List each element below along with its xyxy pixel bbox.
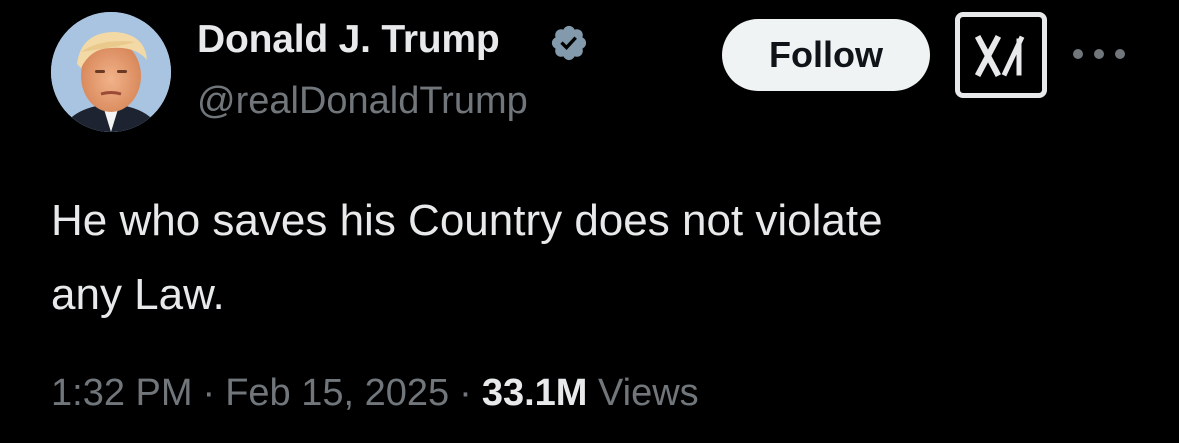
author-display-name[interactable]: Donald J. Trump — [197, 18, 500, 62]
more-icon[interactable] — [1073, 44, 1125, 64]
meta-separator: · — [202, 372, 216, 414]
tweet-text-line: He who saves his Country does not violat… — [51, 196, 883, 245]
more-dot — [1073, 49, 1083, 59]
tweet-card: Donald J. Trump @realDonaldTrump Follow … — [0, 0, 1179, 443]
meta-separator: · — [459, 372, 472, 414]
more-dot — [1115, 49, 1125, 59]
tweet-meta: 1:32 PM · Feb 15, 2025 · 33.1M Views — [51, 372, 699, 415]
tweet-text-line: any Law. — [51, 270, 225, 319]
views-label: Views — [598, 372, 699, 414]
avatar[interactable] — [51, 12, 171, 132]
tweet-date[interactable]: Feb 15, 2025 — [225, 372, 449, 414]
verified-badge-icon[interactable] — [549, 23, 589, 63]
views-count: 33.1M — [481, 372, 588, 414]
tweet-time[interactable]: 1:32 PM — [51, 372, 193, 414]
tweet-text: He who saves his Country does not violat… — [51, 184, 1131, 332]
author-handle[interactable]: @realDonaldTrump — [197, 80, 528, 123]
grok-logo-icon — [975, 34, 1025, 78]
more-dot — [1094, 49, 1104, 59]
grok-icon[interactable] — [955, 12, 1047, 98]
follow-button[interactable]: Follow — [722, 19, 930, 91]
avatar-portrait-icon — [51, 12, 171, 132]
